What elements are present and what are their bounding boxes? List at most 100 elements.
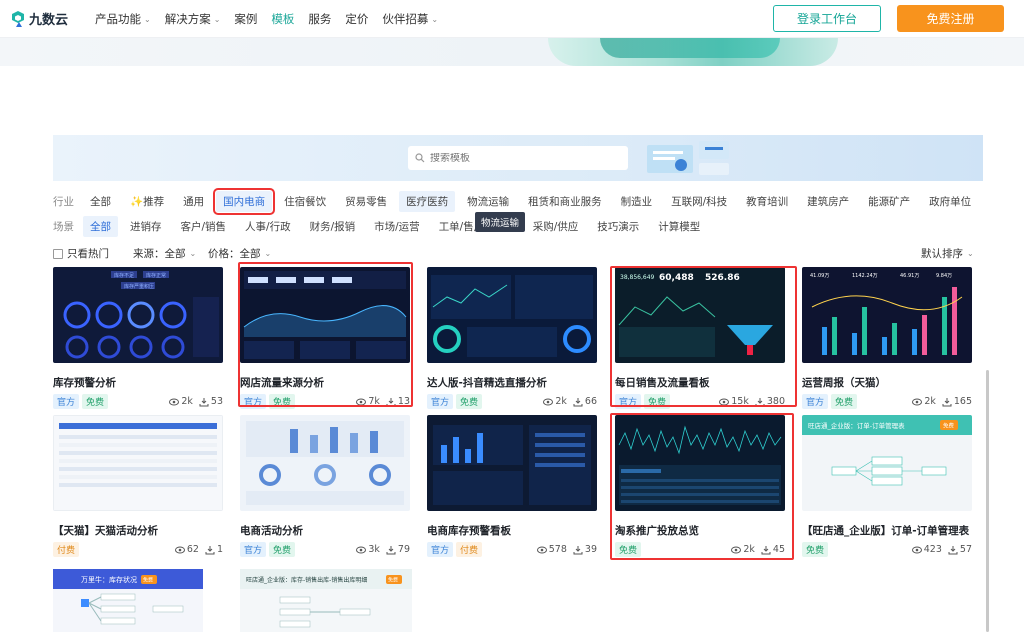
template-title[interactable]: 运营周报（天猫）: [802, 375, 972, 390]
template-card[interactable]: 达人版-抖音精选直播分析 官方 免费 2k 66: [427, 267, 597, 409]
hero-graphic-accent: [600, 38, 780, 58]
template-card[interactable]: 库存不足 库存正常 库存严重积压 库存预警分析 官方 免费 2k 53: [53, 267, 223, 409]
chevron-down-icon: ⌄: [431, 14, 439, 24]
template-title[interactable]: 电商活动分析: [240, 523, 410, 538]
thumb-text: 9.84万: [936, 273, 952, 279]
tag-free: 免费: [802, 542, 829, 557]
eye-icon: [356, 546, 367, 553]
highlight-frame: [610, 413, 794, 560]
template-thumbnail[interactable]: 万里牛：库存状况 免费: [53, 569, 203, 632]
view-count: 62: [186, 544, 199, 555]
industry-chip-energy[interactable]: 能源矿产: [861, 191, 917, 212]
menu-item-partners[interactable]: 伙伴招募 ⌄: [382, 11, 438, 27]
industry-chip-leasing[interactable]: 租赁和商业服务: [521, 191, 609, 212]
download-icon: [386, 545, 396, 554]
download-icon: [205, 545, 215, 554]
thumb-text: 旺店通_企业版：库存-销售出库-销售出库明细: [246, 576, 367, 584]
menu-label: 解决方案: [164, 12, 211, 26]
sort-dropdown[interactable]: 默认排序 ⌄: [921, 246, 974, 261]
template-thumbnail[interactable]: 41.09万 1142.24万 46.91万 9.84万: [802, 267, 972, 363]
scene-chip-inventory[interactable]: 进销存: [123, 216, 169, 237]
template-thumbnail[interactable]: [427, 267, 597, 363]
scene-chip-all[interactable]: 全部: [83, 216, 118, 237]
logo-icon: [12, 10, 24, 27]
register-button[interactable]: 免费注册: [897, 5, 1004, 32]
menu-item-services[interactable]: 服务: [308, 11, 331, 27]
industry-chip-logistics[interactable]: 物流运输: [460, 191, 516, 212]
industry-chip-manufacturing[interactable]: 制造业: [614, 191, 660, 212]
menu-label: 模板: [271, 12, 295, 26]
industry-chip-education[interactable]: 教育培训: [739, 191, 795, 212]
industry-chip-government[interactable]: 政府单位: [922, 191, 978, 212]
search-input[interactable]: [430, 152, 620, 164]
industry-chip-internet[interactable]: 互联网/科技: [664, 191, 734, 212]
industry-chip-retail[interactable]: 贸易零售: [338, 191, 394, 212]
tag-free: 免费: [269, 542, 296, 557]
scene-chip-sales[interactable]: 客户/销售: [174, 216, 234, 237]
template-title[interactable]: 达人版-抖音精选直播分析: [427, 375, 597, 390]
checkbox-icon[interactable]: [53, 248, 63, 259]
thumb-text: 免费: [143, 577, 153, 584]
template-card[interactable]: 电商活动分析 官方 免费 3k 79: [240, 415, 410, 557]
industry-chip-construction[interactable]: 建筑房产: [800, 191, 856, 212]
template-thumbnail[interactable]: 旺店通_企业版：库存-销售出库-销售出库明细 免费: [240, 569, 412, 632]
menu-item-products[interactable]: 产品功能 ⌄: [95, 11, 151, 27]
hover-tooltip: 物流运输: [475, 212, 526, 232]
template-title[interactable]: 电商库存预警看板: [427, 523, 597, 538]
template-card[interactable]: 电商库存预警看板 官方 付费 578 39: [427, 415, 597, 557]
template-thumbnail[interactable]: [52, 414, 224, 512]
login-button[interactable]: 登录工作台: [773, 5, 881, 32]
menu-item-solutions[interactable]: 解决方案 ⌄: [165, 11, 221, 27]
template-card[interactable]: 旺店通_企业版：订单-订单管理表 免费 【旺店通_企业版】订单-订单管理表 免费…: [802, 415, 972, 557]
brand-logo[interactable]: 九数云: [10, 9, 68, 28]
download-count: 165: [953, 396, 972, 407]
scene-chip-hr[interactable]: 人事/行政: [238, 216, 298, 237]
tag-official: 官方: [53, 394, 80, 409]
hot-only-label: 只看热门: [67, 248, 109, 260]
chevron-down-icon: ⌄: [144, 14, 151, 24]
scene-chip-demo[interactable]: 技巧演示: [590, 216, 646, 237]
industry-chip-ecommerce[interactable]: 国内电商: [213, 188, 276, 215]
template-thumbnail[interactable]: 库存不足 库存正常 库存严重积压: [53, 267, 223, 363]
main-menu: 产品功能 ⌄ 解决方案 ⌄ 案例 模板 服务 定价 伙伴招募 ⌄: [95, 11, 452, 27]
source-label: 来源：全部: [133, 248, 186, 260]
hot-only-toggle[interactable]: 只看热门: [53, 246, 109, 261]
scene-chip-procurement[interactable]: 采购/供应: [526, 216, 586, 237]
industry-chip-recommended[interactable]: ✨推荐: [123, 191, 171, 212]
tag-official: 官方: [427, 542, 454, 557]
source-dropdown[interactable]: 来源：全部 ⌄: [133, 246, 196, 261]
template-title[interactable]: 【天猫】天猫活动分析: [53, 523, 223, 538]
menu-item-templates[interactable]: 模板: [271, 11, 294, 27]
view-count: 423: [923, 544, 942, 555]
tag-paid: 付费: [456, 542, 483, 557]
industry-chip-all[interactable]: 全部: [83, 191, 118, 212]
menu-item-cases[interactable]: 案例: [234, 11, 257, 27]
tag-free: 免费: [456, 394, 483, 409]
page-scrollbar[interactable]: [986, 370, 989, 632]
eye-icon: [536, 546, 547, 553]
template-thumbnail[interactable]: [240, 415, 410, 511]
scene-chip-model[interactable]: 计算模型: [651, 216, 707, 237]
template-thumbnail[interactable]: [427, 415, 597, 511]
template-card[interactable]: 41.09万 1142.24万 46.91万 9.84万 运营周报（天猫） 官方…: [802, 267, 972, 409]
tag-official: 官方: [802, 394, 829, 409]
menu-label: 服务: [308, 12, 332, 26]
template-title[interactable]: 【旺店通_企业版】订单-订单管理表: [802, 523, 972, 538]
thumb-text: 库存不足: [114, 272, 134, 279]
template-thumbnail[interactable]: 旺店通_企业版：订单-订单管理表 免费: [802, 415, 972, 511]
scene-chip-marketing[interactable]: 市场/运营: [367, 216, 427, 237]
price-dropdown[interactable]: 价格：全部 ⌄: [208, 246, 271, 261]
menu-item-pricing[interactable]: 定价: [345, 11, 368, 27]
template-title[interactable]: 库存预警分析: [53, 375, 223, 390]
search-icon: [415, 153, 425, 163]
scene-chip-finance[interactable]: 财务/报销: [303, 216, 363, 237]
scene-label: 场景: [53, 221, 74, 233]
download-icon: [573, 545, 583, 554]
industry-chip-hospitality[interactable]: 住宿餐饮: [277, 191, 333, 212]
industry-chip-medical[interactable]: 医疗医药: [399, 191, 456, 212]
template-card[interactable]: 【天猫】天猫活动分析 付费 62 1: [52, 414, 224, 557]
highlight-frame: [238, 262, 413, 407]
search-box[interactable]: [408, 146, 628, 170]
industry-chip-general[interactable]: 通用: [176, 191, 211, 212]
thumb-text: 免费: [388, 577, 398, 584]
